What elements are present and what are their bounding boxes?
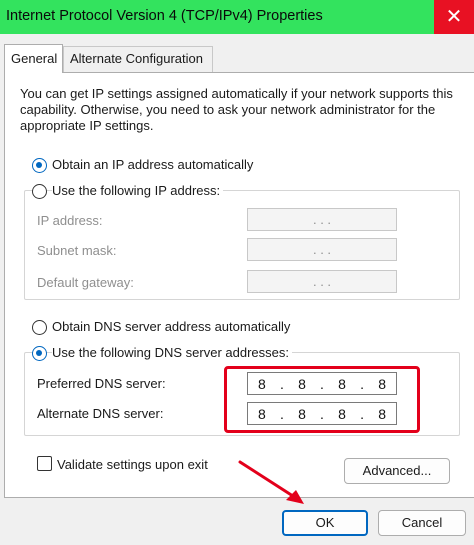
- default-gateway-field: . . .: [247, 270, 397, 293]
- ip-address-value: . . .: [312, 212, 332, 227]
- cancel-button[interactable]: Cancel: [378, 510, 466, 536]
- annotation-arrow-icon: [238, 460, 304, 504]
- window-title: Internet Protocol Version 4 (TCP/IPv4) P…: [6, 8, 323, 24]
- subnet-mask-field: . . .: [247, 238, 397, 261]
- use-following-dns-radio[interactable]: [32, 346, 47, 361]
- default-gateway-label: Default gateway:: [37, 275, 134, 290]
- validate-settings-checkbox[interactable]: [37, 456, 52, 471]
- use-following-dns-label[interactable]: Use the following DNS server addresses:: [52, 345, 292, 360]
- dns-highlight-box: [224, 366, 420, 433]
- preferred-dns-label: Preferred DNS server:: [37, 376, 166, 391]
- ip-address-field: . . .: [247, 208, 397, 231]
- ok-button[interactable]: OK: [282, 510, 368, 536]
- obtain-dns-auto-radio[interactable]: [32, 320, 47, 335]
- intro-text: You can get IP settings assigned automat…: [20, 86, 453, 133]
- use-following-ip-radio[interactable]: [32, 184, 47, 199]
- subnet-mask-value: . . .: [312, 242, 332, 257]
- close-icon[interactable]: ✕: [434, 0, 474, 34]
- tab-alternate-configuration[interactable]: Alternate Configuration: [63, 46, 213, 72]
- advanced-button[interactable]: Advanced...: [344, 458, 450, 484]
- use-following-ip-label[interactable]: Use the following IP address:: [52, 183, 224, 198]
- validate-settings-label[interactable]: Validate settings upon exit: [57, 457, 208, 472]
- alternate-dns-label: Alternate DNS server:: [37, 406, 164, 421]
- obtain-dns-auto-label[interactable]: Obtain DNS server address automatically: [52, 319, 290, 334]
- obtain-ip-auto-label[interactable]: Obtain an IP address automatically: [52, 157, 253, 172]
- tab-general[interactable]: General: [4, 44, 63, 73]
- default-gateway-value: . . .: [312, 274, 332, 289]
- ip-address-label: IP address:: [37, 213, 103, 228]
- subnet-mask-label: Subnet mask:: [37, 243, 117, 258]
- obtain-ip-auto-radio[interactable]: [32, 158, 47, 173]
- title-bar: Internet Protocol Version 4 (TCP/IPv4) P…: [0, 0, 474, 34]
